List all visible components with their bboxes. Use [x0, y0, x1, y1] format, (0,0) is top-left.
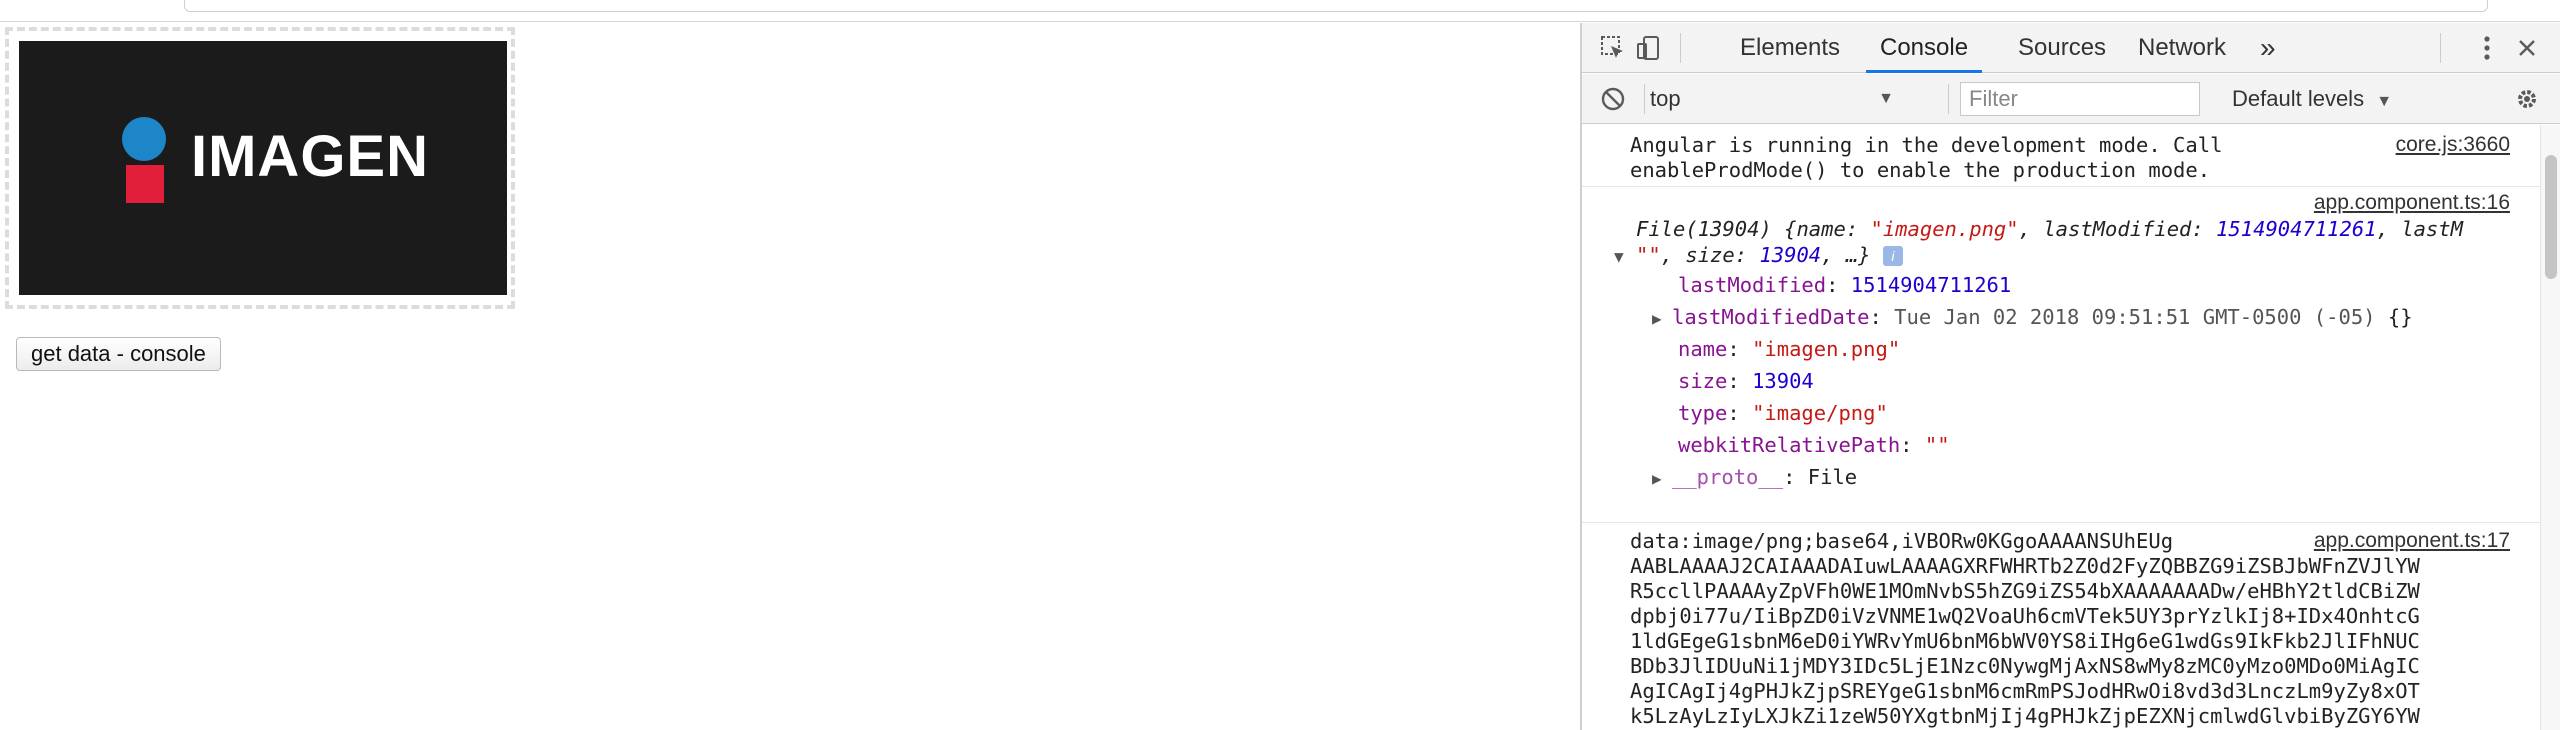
base64-line: dpbj0i77u/IiBpZD0iVzVNME1wQ2VoaUh6cmVTek… — [1630, 604, 2420, 628]
prop-size: size: 13904 — [1678, 369, 1814, 393]
logo-text: IMAGEN — [191, 124, 429, 189]
prop-proto[interactable]: ▶ __proto__: File — [1652, 465, 1857, 489]
logo-blue-dot — [122, 117, 166, 161]
device-toolbar-icon[interactable] — [1634, 33, 1664, 63]
dropdown-caret-icon: ▼ — [2376, 93, 2393, 110]
kebab-menu-icon[interactable] — [2472, 33, 2502, 63]
filter-input[interactable] — [1960, 82, 2200, 116]
logo-red-square — [126, 165, 164, 203]
expand-triangle-icon[interactable]: ▼ — [1614, 243, 1634, 267]
info-icon[interactable]: i — [1882, 246, 1903, 266]
dropdown-caret-icon: ▼ — [1878, 90, 1894, 107]
message-text: enableProdMode() to enable the productio… — [1630, 158, 2211, 182]
source-link[interactable]: core.js:3660 — [2396, 133, 2510, 157]
browser-top-bar — [0, 0, 2560, 22]
tab-elements[interactable]: Elements — [1740, 23, 1840, 73]
prop-last-modified-date[interactable]: ▶ lastModifiedDate: Tue Jan 02 2018 09:51… — [1652, 305, 2413, 329]
close-icon[interactable] — [2512, 33, 2542, 63]
message-text: Angular is running in the development mo… — [1630, 133, 2223, 157]
object-summary: File(13904) {name: "imagen.png", lastMod… — [1636, 217, 2463, 241]
base64-line: AABLAAAAJ2CAIAAADAIuwLAAAAGXRFWHRTb2Z0d2… — [1630, 554, 2420, 578]
get-data-button[interactable]: get data - console — [16, 337, 221, 371]
object-summary: "", size: 13904, …} i — [1636, 243, 1903, 267]
base64-line: BDb3JlIDUuNi1jMDY3IDc5LjE1Nzc0NywgMjAxNS… — [1630, 654, 2420, 678]
gear-icon[interactable] — [2512, 84, 2542, 114]
base64-line: k5LzAyLzIyLXJkZi1zeW50YXgtbnMjIj4gPHJkZj… — [1630, 704, 2420, 728]
prop-name: name: "imagen.png" — [1678, 337, 1901, 361]
toolbar-divider — [1680, 33, 1681, 63]
console-message: app.component.ts:16 File(13904) {name: "… — [1582, 187, 2540, 523]
prop-last-modified: lastModified: 1514904711261 — [1678, 273, 2012, 297]
console-toolbar: top ▼ Default levels ▼ — [1582, 74, 2560, 124]
tab-sources[interactable]: Sources — [2018, 23, 2106, 73]
base64-line: data:image/png;base64,iVBORw0KGgoAAAANSU… — [1630, 529, 2174, 553]
console-message: app.component.ts:17 data:image/png;base6… — [1582, 523, 2540, 730]
toolbar-divider — [2440, 33, 2441, 63]
expand-triangle-icon[interactable]: ▶ — [1652, 309, 1672, 328]
inspect-element-icon[interactable] — [1598, 33, 1628, 63]
console-output: Angular is running in the development mo… — [1582, 125, 2540, 730]
scrollbar-thumb[interactable] — [2545, 155, 2557, 279]
base64-line: 1ldGEgeG1sbnM6eD0iYWRvYmU6bnM6bWV0YS8iIH… — [1630, 629, 2420, 653]
prop-webkit-relative-path: webkitRelativePath: "" — [1678, 433, 1950, 457]
address-bar[interactable] — [184, 0, 2488, 12]
source-link[interactable]: app.component.ts:17 — [2314, 529, 2510, 553]
tab-console[interactable]: Console — [1865, 23, 1983, 73]
toolbar-divider — [1948, 84, 1949, 114]
image-preview: IMAGEN — [5, 27, 515, 309]
page-content: IMAGEN get data - console — [0, 23, 1580, 730]
base64-line: AgICAgIj4gPHJkZjpSREYgeG1sbnM6cmRmPSJodH… — [1630, 679, 2420, 703]
log-levels-label: Default levels — [2232, 86, 2365, 111]
tab-network[interactable]: Network — [2138, 23, 2226, 73]
expand-triangle-icon[interactable]: ▶ — [1652, 469, 1672, 488]
imagen-logo: IMAGEN — [19, 41, 507, 295]
console-scrollbar[interactable] — [2540, 125, 2560, 730]
base64-line: R5ccllPAAAAyZpVFh0WE1MOmNvbS5hZG9iZS54bX… — [1630, 579, 2420, 603]
more-tabs-icon[interactable]: » — [2260, 23, 2276, 73]
log-levels-select[interactable]: Default levels ▼ — [2232, 84, 2392, 117]
devtools-panel: Elements Console Sources Network » top ▼… — [1580, 23, 2560, 730]
clear-console-icon[interactable] — [1598, 84, 1628, 114]
toolbar-divider — [1644, 84, 1645, 114]
console-message: Angular is running in the development mo… — [1582, 125, 2540, 187]
context-select[interactable]: top ▼ — [1650, 84, 1900, 114]
prop-type: type: "image/png" — [1678, 401, 1888, 425]
devtools-tabbar: Elements Console Sources Network » — [1582, 23, 2560, 73]
context-value: top — [1650, 86, 1681, 111]
source-link[interactable]: app.component.ts:16 — [2314, 191, 2510, 215]
